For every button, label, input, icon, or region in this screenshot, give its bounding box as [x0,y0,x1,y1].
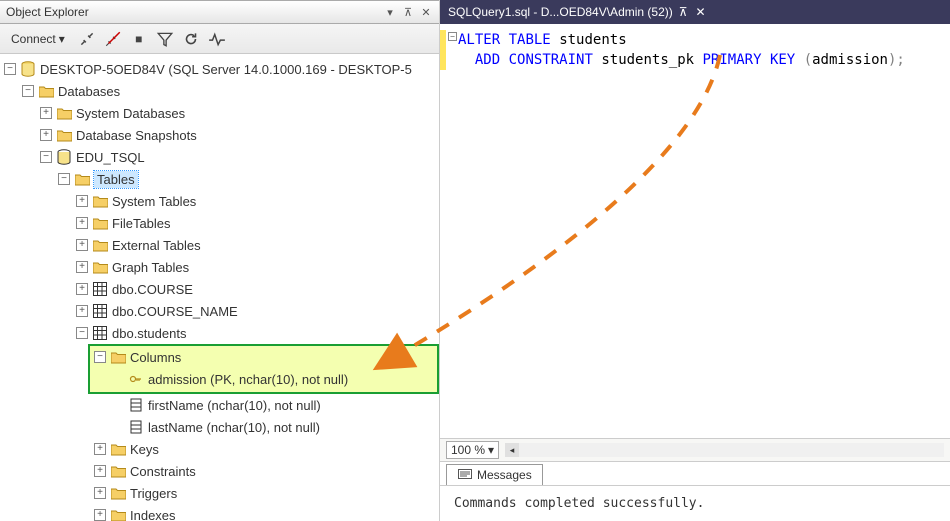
expand-icon[interactable]: + [94,509,106,521]
folder-icon [92,193,108,209]
messages-text: Commands completed successfully. [454,496,704,511]
column-admission[interactable]: admission (PK, nchar(10), not null) [92,368,435,390]
change-marker [440,30,446,70]
databases-node[interactable]: − Databases [20,80,439,102]
folder-icon [92,215,108,231]
collapse-icon[interactable]: − [94,351,106,363]
table-dbo-course[interactable]: + dbo.COURSE [74,278,439,300]
expand-icon[interactable]: + [94,465,106,477]
stop-icon[interactable]: ■ [130,30,148,48]
column-icon [128,397,144,413]
panel-close-icon[interactable]: ✕ [419,5,433,19]
folder-icon [110,349,126,365]
refresh-icon[interactable] [182,30,200,48]
dropdown-icon: ▾ [59,32,65,46]
panel-title: Object Explorer [6,5,89,19]
key-icon [128,371,144,387]
expand-icon[interactable]: + [76,195,88,207]
tables-node[interactable]: − Tables [56,168,439,190]
expand-icon[interactable]: + [76,305,88,317]
expand-icon[interactable]: + [76,217,88,229]
edu-tsql-db-node[interactable]: − EDU_TSQL [38,146,439,168]
messages-icon [457,467,473,483]
folder-icon [38,83,54,99]
messages-pane: Commands completed successfully. [440,486,950,521]
system-databases-node[interactable]: + System Databases [38,102,439,124]
collapse-icon[interactable]: − [40,151,52,163]
disconnect-icon[interactable] [78,30,96,48]
close-icon[interactable]: ✕ [696,5,706,19]
columns-node[interactable]: − Columns [92,346,435,368]
folder-icon [110,441,126,457]
panel-menu-icon[interactable]: ▾ [383,5,397,19]
zoom-dropdown[interactable]: 100 % ▾ [446,441,499,459]
folder-icon [110,507,126,521]
database-icon [56,149,72,165]
connect-label: Connect [11,32,56,46]
column-lastname[interactable]: lastName (nchar(10), not null) [110,416,439,438]
results-tabs: Messages [440,462,950,486]
file-tables-node[interactable]: + FileTables [74,212,439,234]
expand-icon[interactable]: + [94,443,106,455]
object-explorer-toolbar: Connect ▾ ■ [0,24,439,54]
editor-panel: SQLQuery1.sql - D...OED84V\Admin (52)) ⊼… [440,0,950,521]
expand-icon[interactable]: + [94,487,106,499]
table-icon [92,325,108,341]
folder-icon [56,127,72,143]
panel-pin-icon[interactable]: ⊼ [401,5,415,19]
chevron-down-icon: ▾ [488,443,494,457]
folder-icon [92,237,108,253]
pin-icon[interactable]: ⊼ [679,5,688,19]
highlight-annotation: − Columns [88,344,439,394]
server-node[interactable]: − DESKTOP-5OED84V (SQL Server 14.0.1000.… [2,58,439,80]
server-icon [20,61,36,77]
collapse-icon[interactable]: − [76,327,88,339]
collapse-icon[interactable]: − [22,85,34,97]
keys-node[interactable]: + Keys [92,438,439,460]
indexes-node[interactable]: + Indexes [92,504,439,521]
collapse-icon[interactable]: − [4,63,16,75]
expand-icon[interactable]: + [76,283,88,295]
folder-icon [110,485,126,501]
column-icon [128,419,144,435]
object-explorer-panel: Object Explorer ▾ ⊼ ✕ Connect ▾ ■ [0,0,440,521]
system-tables-node[interactable]: + System Tables [74,190,439,212]
expand-icon[interactable]: + [76,239,88,251]
table-dbo-students[interactable]: − dbo.students [74,322,439,344]
triggers-node[interactable]: + Triggers [92,482,439,504]
disconnect-all-icon[interactable] [104,30,122,48]
column-firstname[interactable]: firstName (nchar(10), not null) [110,394,439,416]
graph-tables-node[interactable]: + Graph Tables [74,256,439,278]
table-dbo-course-name[interactable]: + dbo.COURSE_NAME [74,300,439,322]
table-icon [92,281,108,297]
expand-icon[interactable]: + [40,107,52,119]
scroll-left-icon[interactable]: ◂ [505,443,519,457]
folder-icon [92,259,108,275]
constraints-node[interactable]: + Constraints [92,460,439,482]
pulse-icon[interactable] [208,30,226,48]
collapse-icon[interactable]: − [58,173,70,185]
horizontal-scrollbar[interactable]: ◂ [505,443,944,457]
editor-status-bar: 100 % ▾ ◂ [440,438,950,462]
folder-icon [110,463,126,479]
editor-tab-label: SQLQuery1.sql - D...OED84V\Admin (52)) [448,5,673,19]
expand-icon[interactable]: + [76,261,88,273]
server-label: DESKTOP-5OED84V (SQL Server 14.0.1000.16… [40,62,412,77]
table-icon [92,303,108,319]
folder-icon [74,171,90,187]
panel-title-bar: Object Explorer ▾ ⊼ ✕ [0,0,439,24]
folder-icon [56,105,72,121]
object-explorer-tree[interactable]: − DESKTOP-5OED84V (SQL Server 14.0.1000.… [0,58,439,521]
expand-icon[interactable]: + [40,129,52,141]
filter-icon[interactable] [156,30,174,48]
fold-icon[interactable]: − [448,32,457,41]
editor-tab[interactable]: SQLQuery1.sql - D...OED84V\Admin (52)) ⊼… [440,0,950,24]
database-snapshots-node[interactable]: + Database Snapshots [38,124,439,146]
external-tables-node[interactable]: + External Tables [74,234,439,256]
messages-tab[interactable]: Messages [446,464,543,485]
sql-editor[interactable]: − ALTER TABLE students ADD CONSTRAINT st… [440,24,950,438]
connect-button[interactable]: Connect ▾ [6,30,70,48]
